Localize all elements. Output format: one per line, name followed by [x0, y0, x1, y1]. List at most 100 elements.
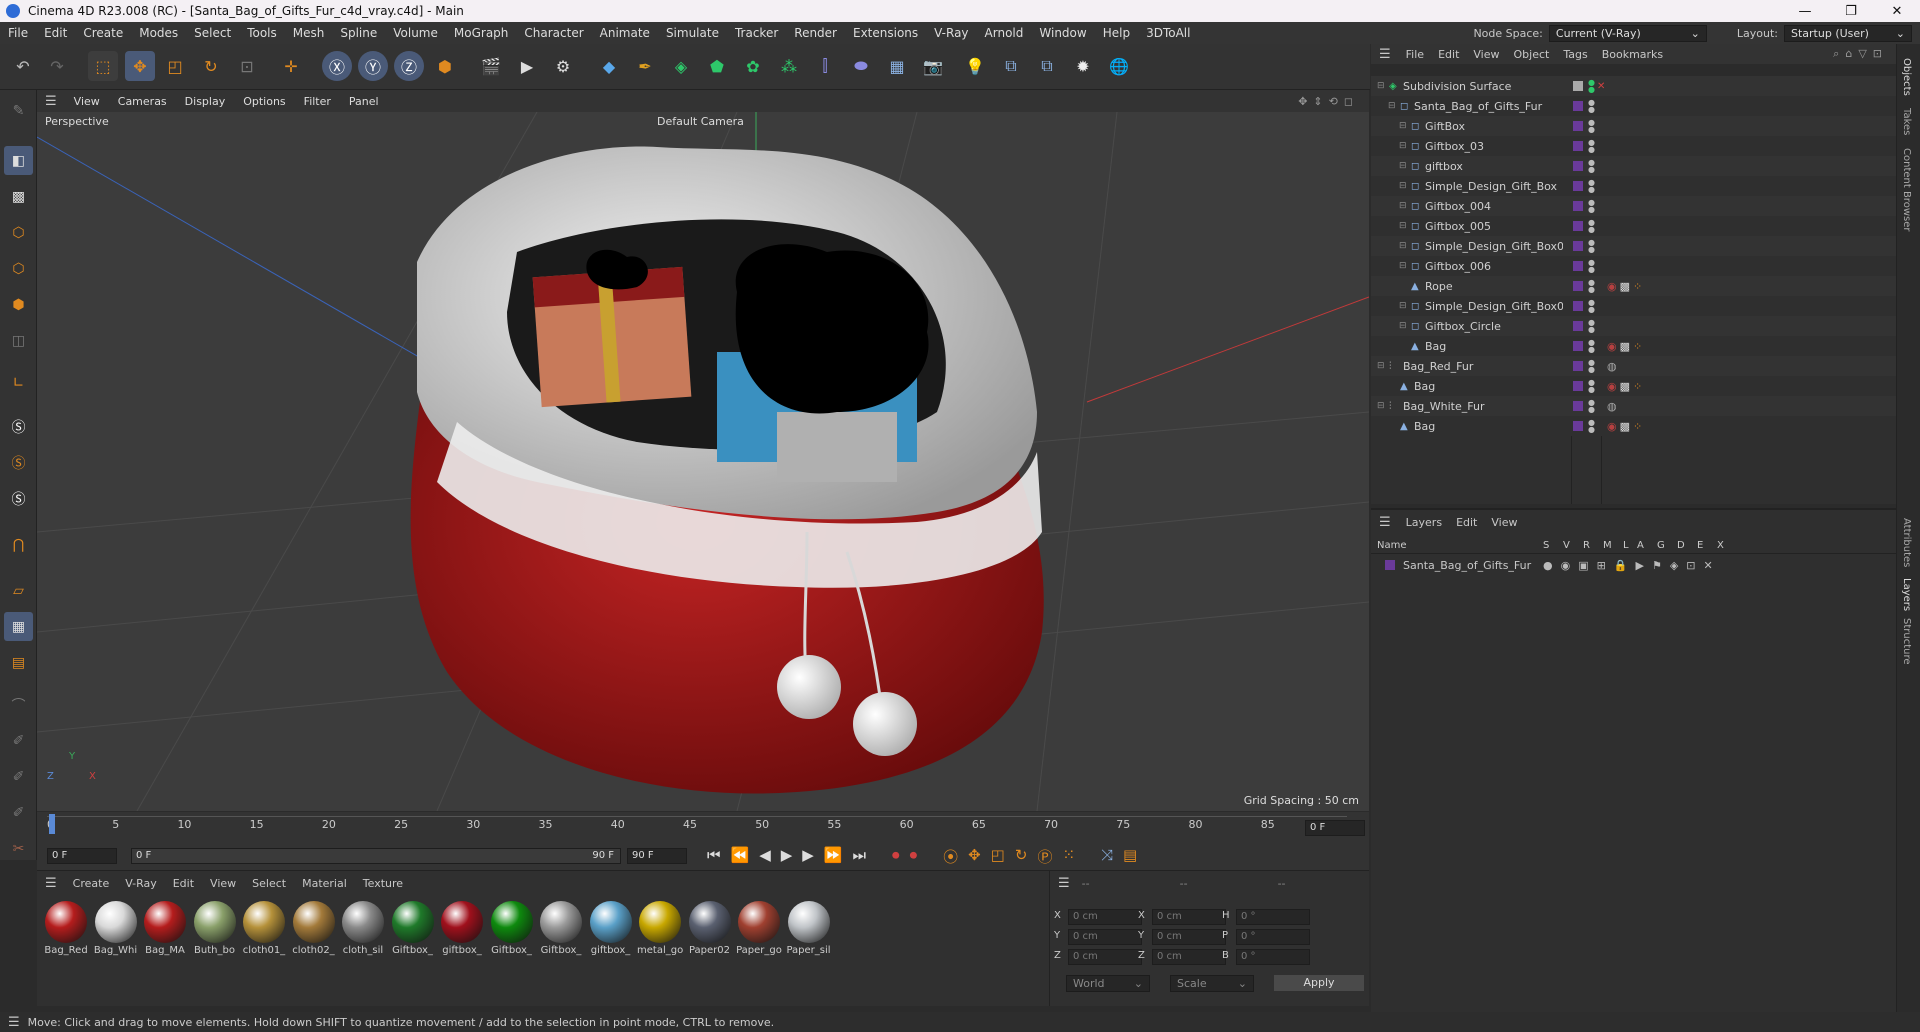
render-view-icon[interactable]: ▶ — [512, 51, 542, 81]
x-axis-lock-icon[interactable]: Ⓧ — [322, 51, 352, 81]
viewport-menu-options[interactable]: Options — [234, 95, 294, 108]
visibility-dots-icon[interactable]: ● ● — [1588, 239, 1595, 254]
python-script-icon[interactable]: ⧉ — [1032, 51, 1062, 81]
object-row[interactable]: ⊟ ◻ Giftbox_Circle ● ● — [1371, 316, 1896, 336]
visibility-dots-icon[interactable]: ● ● — [1588, 99, 1595, 114]
coord-value-field[interactable]: 0 ° — [1236, 949, 1310, 965]
layer-color-icon[interactable] — [1573, 141, 1583, 151]
obj-menu-file[interactable]: File — [1399, 48, 1431, 61]
menu-window[interactable]: Window — [1031, 26, 1094, 40]
material-item[interactable]: cloth02_ — [291, 901, 337, 956]
expand-icon[interactable]: ⊟ — [1399, 261, 1411, 271]
visibility-dots-icon[interactable]: ● ● — [1588, 379, 1595, 394]
expand-icon[interactable]: ⊟ — [1399, 141, 1411, 151]
object-row[interactable]: ⊟ ◈ Subdivision Surface ● ● ✕ — [1371, 76, 1896, 96]
expand-icon[interactable]: ⊟ — [1399, 301, 1411, 311]
tab-structure[interactable]: Structure — [1901, 614, 1912, 672]
uv-mode-icon[interactable]: ◫ — [4, 326, 33, 355]
coord-scale-dropdown[interactable]: Scale ⌄ — [1170, 975, 1254, 992]
camera-icon[interactable]: 📷 — [918, 51, 948, 81]
undo-icon[interactable]: ↶ — [8, 51, 38, 81]
play-icon[interactable]: ▶ — [781, 846, 793, 867]
next-key-icon[interactable]: ⏩ — [824, 846, 843, 867]
recent-tool-icon[interactable]: ⊡ — [232, 51, 262, 81]
visibility-dots-icon[interactable]: ● ● — [1588, 139, 1595, 154]
menu-help[interactable]: Help — [1095, 26, 1138, 40]
material-tags-icon[interactable]: ◉▩⁘ — [1607, 380, 1645, 393]
material-item[interactable]: Giftbox_ — [390, 901, 436, 956]
coord-value-field[interactable]: 0 cm — [1152, 949, 1226, 965]
model-mode-icon[interactable]: ◧ — [4, 146, 33, 175]
object-name[interactable]: Giftbox_004 — [1425, 200, 1563, 213]
points-mode-icon[interactable]: ⬡ — [4, 218, 33, 247]
fur-tag-icon[interactable]: ◍ — [1607, 400, 1617, 413]
object-name[interactable]: Giftbox_006 — [1425, 260, 1563, 273]
material-item[interactable]: Paper_go — [736, 901, 782, 956]
layer-color-icon[interactable] — [1573, 301, 1583, 311]
knife-icon[interactable]: ✂ — [4, 834, 33, 863]
layer-menu-view[interactable]: View — [1484, 516, 1524, 529]
layer-color-icon[interactable] — [1573, 341, 1583, 351]
autokey-icon[interactable]: ⏺ — [910, 846, 918, 867]
layer-name[interactable]: Santa_Bag_of_Gifts_Fur — [1395, 559, 1543, 572]
material-item[interactable]: Buth_bo — [192, 901, 238, 956]
material-item[interactable]: Bag_Whi — [93, 901, 139, 956]
layer-color-icon[interactable] — [1573, 81, 1583, 91]
menu-arnold[interactable]: Arnold — [977, 26, 1032, 40]
menu-vray[interactable]: V-Ray — [926, 26, 976, 40]
key-position-icon[interactable]: ✥ — [968, 846, 981, 867]
brush-icon[interactable]: ✐ — [4, 798, 33, 827]
light-icon[interactable]: 💡 — [960, 51, 990, 81]
key-rotation-icon[interactable]: ↻ — [1015, 846, 1028, 867]
object-name[interactable]: Santa_Bag_of_Gifts_Fur — [1414, 100, 1563, 113]
coord-value-field[interactable]: 0 ° — [1236, 909, 1310, 925]
redo-icon[interactable]: ↷ — [42, 51, 72, 81]
key-pla-icon[interactable]: ⁙ — [1062, 846, 1075, 867]
viewport-menu-cameras[interactable]: Cameras — [109, 95, 176, 108]
layer-color-icon[interactable] — [1573, 281, 1583, 291]
visibility-dots-icon[interactable]: ● ● — [1588, 159, 1595, 174]
hamburger-icon[interactable]: ☰ — [1050, 876, 1078, 891]
rotate-icon[interactable]: ↻ — [196, 51, 226, 81]
visibility-dots-icon[interactable]: ● ● — [1588, 79, 1595, 94]
disabled-icon[interactable]: ✕ — [1597, 81, 1605, 92]
menu-edit[interactable]: Edit — [36, 26, 75, 40]
make-editable-icon[interactable]: ✎ — [4, 96, 33, 125]
material-tags-icon[interactable]: ◉▩⁘ — [1607, 340, 1645, 353]
motion-mode-icon[interactable]: ⤨ — [1101, 846, 1113, 867]
object-row[interactable]: ▲ Rope ● ● ◉▩⁘ — [1371, 276, 1896, 296]
visibility-dots-icon[interactable]: ● ● — [1588, 219, 1595, 234]
layer-color-icon[interactable] — [1573, 421, 1583, 431]
visibility-dots-icon[interactable]: ● ● — [1588, 339, 1595, 354]
visibility-dots-icon[interactable]: ● ● — [1588, 199, 1595, 214]
snap-settings-icon[interactable]: Ⓢ — [4, 448, 33, 477]
menu-file[interactable]: File — [0, 26, 36, 40]
object-row[interactable]: ⊟ ◻ Simple_Design_Gift_Box ● ● — [1371, 176, 1896, 196]
vray-settings-icon[interactable]: ✹ — [1068, 51, 1098, 81]
obj-menu-bookmarks[interactable]: Bookmarks — [1595, 48, 1670, 61]
cube-icon[interactable]: ◆ — [594, 51, 624, 81]
expand-icon[interactable]: ⊟ — [1399, 161, 1411, 171]
texture-mode-icon[interactable]: ▩ — [4, 182, 33, 211]
object-name[interactable]: Bag — [1414, 420, 1563, 433]
mat-menu-select[interactable]: Select — [244, 877, 294, 890]
menu-render[interactable]: Render — [786, 26, 845, 40]
object-name[interactable]: Simple_Design_Gift_Box001 — [1425, 240, 1563, 253]
expand-icon[interactable]: ⊟ — [1377, 361, 1389, 371]
grid-icon[interactable]: ▦ — [4, 612, 33, 641]
polygons-mode-icon[interactable]: ⬢ — [4, 290, 33, 319]
expand-icon[interactable]: ⊟ — [1399, 321, 1411, 331]
coord-value-field[interactable]: 0 cm — [1152, 909, 1226, 925]
viewport-menu-display[interactable]: Display — [176, 95, 235, 108]
expand-icon[interactable]: ⊟ — [1399, 201, 1411, 211]
layer-menu-edit[interactable]: Edit — [1449, 516, 1484, 529]
go-to-end-icon[interactable]: ⏭ — [853, 846, 867, 867]
visibility-dots-icon[interactable]: ● ● — [1588, 359, 1595, 374]
minimize-button[interactable]: — — [1782, 4, 1828, 19]
object-name[interactable]: Giftbox_Circle — [1425, 320, 1563, 333]
extrude-icon[interactable]: ⬟ — [702, 51, 732, 81]
workplane-icon[interactable]: ▱ — [4, 576, 33, 605]
magnet-icon[interactable]: ⋂ — [4, 530, 33, 559]
material-item[interactable]: giftbox_ — [439, 901, 485, 956]
mat-menu-edit[interactable]: Edit — [165, 877, 202, 890]
